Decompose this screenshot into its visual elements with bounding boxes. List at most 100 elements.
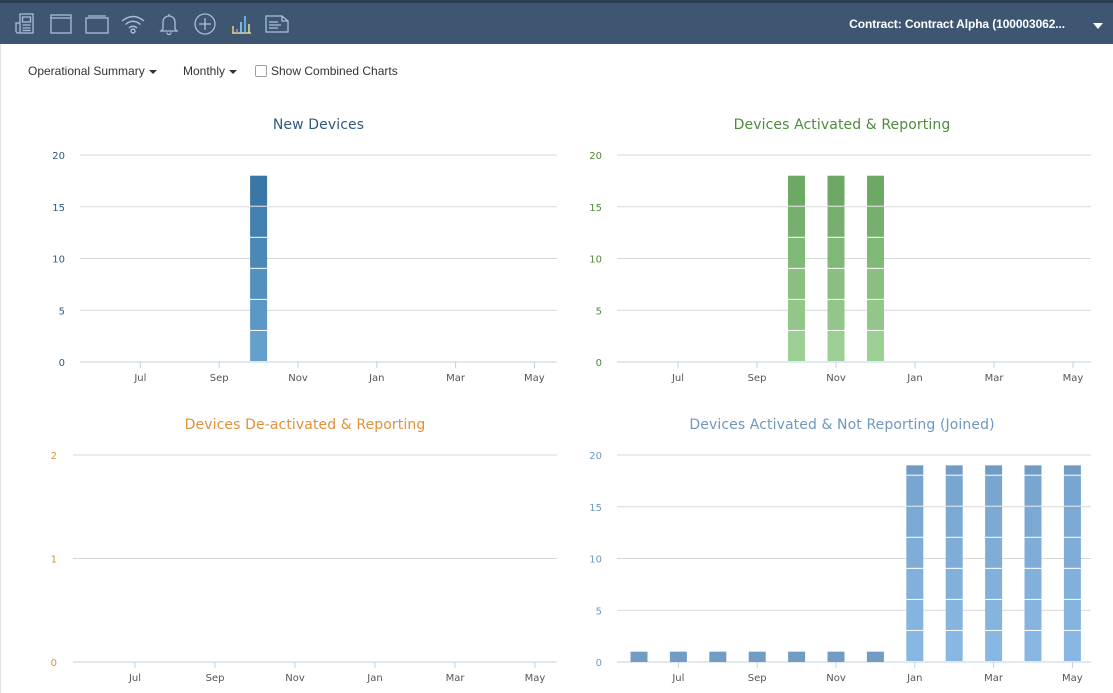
- bar-segment[interactable]: [250, 330, 268, 361]
- x-tick-label: Sep: [210, 373, 229, 384]
- bar-segment[interactable]: [250, 237, 268, 268]
- bar-segment[interactable]: [1063, 537, 1081, 568]
- x-tick-label: Nov: [288, 373, 308, 384]
- bar-segment[interactable]: [867, 268, 884, 299]
- bar-segment[interactable]: [945, 506, 963, 537]
- bar-segment[interactable]: [788, 237, 805, 268]
- bar-segment[interactable]: [1063, 475, 1081, 506]
- bar-segment[interactable]: [906, 568, 924, 599]
- bar-segment-cap[interactable]: [866, 651, 884, 662]
- bar-segment[interactable]: [906, 475, 924, 506]
- bar-segment[interactable]: [827, 175, 845, 206]
- bar-segment-cap[interactable]: [827, 651, 845, 662]
- bar-segment[interactable]: [867, 330, 884, 361]
- x-tick-label: Jul: [671, 373, 684, 384]
- bar-segment[interactable]: [985, 506, 1003, 537]
- bar-segment[interactable]: [985, 599, 1003, 630]
- bar-segment[interactable]: [906, 506, 924, 537]
- bar-segment[interactable]: [867, 237, 884, 268]
- bar-segment[interactable]: [1063, 568, 1081, 599]
- bar-segment-cap[interactable]: [788, 651, 806, 662]
- y-tick-label: 5: [596, 606, 602, 617]
- bar-segment-cap[interactable]: [1024, 465, 1042, 475]
- x-tick-label: Jan: [906, 673, 922, 684]
- bar-segment[interactable]: [788, 299, 805, 330]
- x-tick-label: Mar: [985, 373, 1005, 384]
- y-tick-label: 15: [52, 203, 65, 214]
- charts-canvas: 05101520Jul Sep Nov Jan Mar May05101520Jul Sep…: [51, 151, 1091, 684]
- bar-segment[interactable]: [827, 268, 845, 299]
- bar-segment[interactable]: [945, 568, 963, 599]
- bar-segment[interactable]: [250, 299, 268, 330]
- x-tick-label: Jul: [128, 673, 141, 684]
- x-tick-label: May: [1062, 673, 1083, 684]
- x-tick-label: Jan: [906, 373, 922, 384]
- bar-segment[interactable]: [827, 299, 845, 330]
- bar-segment[interactable]: [906, 630, 924, 661]
- bar-segment-cap[interactable]: [906, 465, 924, 475]
- bar-segment-cap[interactable]: [985, 465, 1003, 475]
- bar-segment[interactable]: [1024, 506, 1042, 537]
- bar-segment[interactable]: [1063, 599, 1081, 630]
- bar-segment[interactable]: [985, 630, 1003, 661]
- bar-segment[interactable]: [985, 568, 1003, 599]
- x-tick-label: May: [524, 373, 545, 384]
- y-tick-label: 5: [59, 306, 65, 317]
- y-tick-label: 20: [589, 451, 602, 462]
- x-tick-label: Jul: [133, 373, 146, 384]
- x-tick-label: Jul: [671, 673, 684, 684]
- x-tick-label: Jan: [368, 373, 384, 384]
- bar-segment[interactable]: [906, 537, 924, 568]
- bar-segment-cap[interactable]: [945, 465, 963, 475]
- bar-segment[interactable]: [827, 330, 845, 361]
- bar-segment[interactable]: [250, 175, 268, 206]
- bar-segment-cap[interactable]: [748, 651, 766, 662]
- bar-segment[interactable]: [1063, 506, 1081, 537]
- bar-segment-cap[interactable]: [669, 651, 687, 662]
- bar-segment[interactable]: [788, 206, 805, 237]
- bar-segment[interactable]: [867, 206, 884, 237]
- x-tick-label: Sep: [748, 373, 767, 384]
- bar-segment[interactable]: [788, 175, 805, 206]
- bar-segment[interactable]: [250, 268, 268, 299]
- bar-segment[interactable]: [788, 330, 805, 361]
- bar-segment[interactable]: [867, 299, 884, 330]
- bar-segment[interactable]: [985, 537, 1003, 568]
- bar-segment[interactable]: [1024, 568, 1042, 599]
- bar-segment[interactable]: [1063, 630, 1081, 661]
- bar-segment[interactable]: [827, 206, 845, 237]
- x-tick-label: May: [525, 673, 546, 684]
- bar-segment[interactable]: [1024, 537, 1042, 568]
- bar-segment-cap[interactable]: [1063, 465, 1081, 475]
- y-tick-label: 20: [52, 151, 65, 162]
- bar-segment[interactable]: [945, 599, 963, 630]
- bar-segment[interactable]: [945, 475, 963, 506]
- x-tick-label: Sep: [206, 673, 225, 684]
- bar-segment-cap[interactable]: [630, 651, 648, 662]
- bar-segment[interactable]: [985, 475, 1003, 506]
- x-tick-label: Sep: [748, 673, 767, 684]
- bar-segment[interactable]: [788, 268, 805, 299]
- bar-segment[interactable]: [945, 630, 963, 661]
- bar-segment[interactable]: [250, 206, 268, 237]
- bar-segment[interactable]: [1024, 630, 1042, 661]
- y-tick-label: 0: [59, 358, 65, 369]
- x-tick-label: Nov: [826, 373, 846, 384]
- bar-segment-cap[interactable]: [709, 651, 727, 662]
- y-tick-label: 0: [596, 658, 602, 669]
- bar-segment[interactable]: [945, 537, 963, 568]
- bar-segment[interactable]: [906, 599, 924, 630]
- bar-segment[interactable]: [1024, 475, 1042, 506]
- x-tick-label: Mar: [446, 373, 466, 384]
- y-tick-label: 20: [589, 151, 602, 162]
- x-tick-label: Nov: [826, 673, 846, 684]
- y-tick-label: 5: [596, 306, 602, 317]
- y-tick-label: 1: [51, 555, 57, 566]
- x-tick-label: Mar: [446, 673, 466, 684]
- y-tick-label: 15: [589, 203, 602, 214]
- y-tick-label: 0: [596, 358, 602, 369]
- x-tick-label: Mar: [984, 673, 1004, 684]
- bar-segment[interactable]: [1024, 599, 1042, 630]
- bar-segment[interactable]: [867, 175, 884, 206]
- bar-segment[interactable]: [827, 237, 845, 268]
